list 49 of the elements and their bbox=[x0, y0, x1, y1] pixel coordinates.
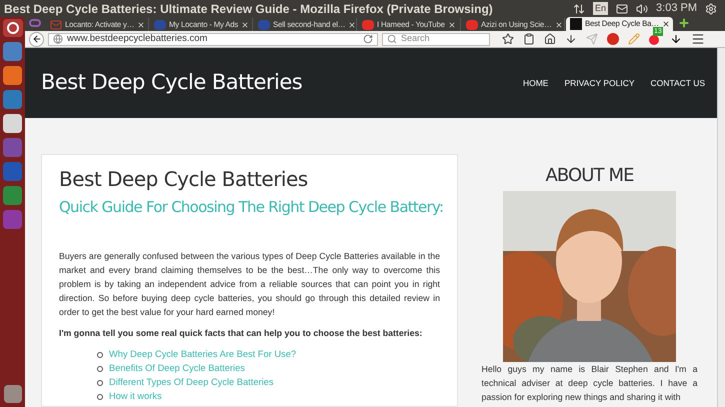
close-icon[interactable] bbox=[348, 20, 356, 28]
clock[interactable]: 3:03 PM bbox=[656, 0, 697, 17]
search-icon bbox=[387, 34, 397, 44]
article-lead: I'm gonna tell you some real quick facts that can help you to choose the best batteries: bbox=[59, 326, 424, 340]
menu-icon[interactable] bbox=[691, 32, 705, 46]
bullet-icon bbox=[97, 394, 103, 400]
article-paragraph: Buyers are generally confused between the various types of Deep Cycle Batteries available in the market and every brand claiming themselves to be the best…The only way to overcome this problem is by taking an independent advice from a reliable sources that can point you in right direction. So before buying deep cycle batteries, you should go through this detailed review in order to get the best value for your hard earned money! bbox=[59, 250, 440, 318]
address-field[interactable]: www.bestdeepcyclebatteries.com bbox=[48, 32, 378, 46]
close-icon[interactable] bbox=[241, 20, 250, 28]
reload-icon[interactable] bbox=[363, 34, 373, 44]
article-subtitle: Quick Guide For Choosing The Right Deep Cycle Battery: bbox=[59, 197, 440, 218]
bullet-icon bbox=[97, 366, 103, 372]
home-icon[interactable] bbox=[544, 33, 556, 45]
bookmark-star-icon[interactable] bbox=[502, 33, 514, 45]
bullet-icon bbox=[97, 352, 103, 358]
globe-icon bbox=[53, 34, 63, 44]
new-tab-icon[interactable] bbox=[678, 17, 690, 29]
back-button[interactable] bbox=[29, 32, 44, 46]
close-icon[interactable] bbox=[448, 20, 456, 28]
clipboard-icon[interactable] bbox=[523, 33, 535, 45]
settings-icon[interactable] bbox=[705, 2, 717, 14]
article-title: Best Deep Cycle Batteries bbox=[59, 167, 309, 192]
download-icon[interactable] bbox=[565, 33, 577, 45]
scrollbar[interactable] bbox=[717, 48, 725, 407]
bullet-icon bbox=[97, 380, 103, 386]
sidebar-text: Hello guys my name is Blair Stephen and I'm a technical adviser at deep cycle batteries. I have a passion for exploring new things and sharing it with bbox=[482, 363, 698, 404]
mail-icon[interactable] bbox=[616, 2, 628, 14]
volume-icon[interactable] bbox=[636, 2, 648, 14]
search-field[interactable]: Search bbox=[382, 32, 490, 46]
site-title[interactable]: Best Deep Cycle Batteries bbox=[41, 67, 523, 99]
app-icon[interactable] bbox=[3, 114, 22, 133]
nav-link[interactable]: CONTACT US bbox=[650, 76, 705, 90]
dash-icon[interactable] bbox=[2, 19, 22, 37]
arrow-down-icon[interactable] bbox=[670, 33, 682, 45]
back-arrow-icon bbox=[32, 34, 42, 44]
network-icon bbox=[573, 2, 586, 14]
close-icon[interactable] bbox=[554, 20, 563, 28]
mail-icon bbox=[50, 18, 62, 30]
app-icon[interactable] bbox=[3, 66, 22, 85]
nav-link[interactable]: HOME bbox=[522, 76, 548, 90]
nav-link[interactable]: PRIVACY POLICY bbox=[564, 76, 635, 90]
extension-icon[interactable] bbox=[649, 35, 659, 45]
close-icon[interactable] bbox=[137, 20, 146, 28]
sidebar-title: ABOUT ME bbox=[545, 164, 634, 188]
window-title: Best Deep Cycle Batteries: Ultimate Review Guide - Mozilla Firefox (Private Browsing) bbox=[4, 0, 494, 18]
private-browsing-icon bbox=[29, 19, 41, 27]
keyboard-indicator[interactable]: En bbox=[593, 2, 608, 16]
trash-icon[interactable] bbox=[4, 385, 22, 403]
close-icon[interactable] bbox=[662, 20, 670, 28]
